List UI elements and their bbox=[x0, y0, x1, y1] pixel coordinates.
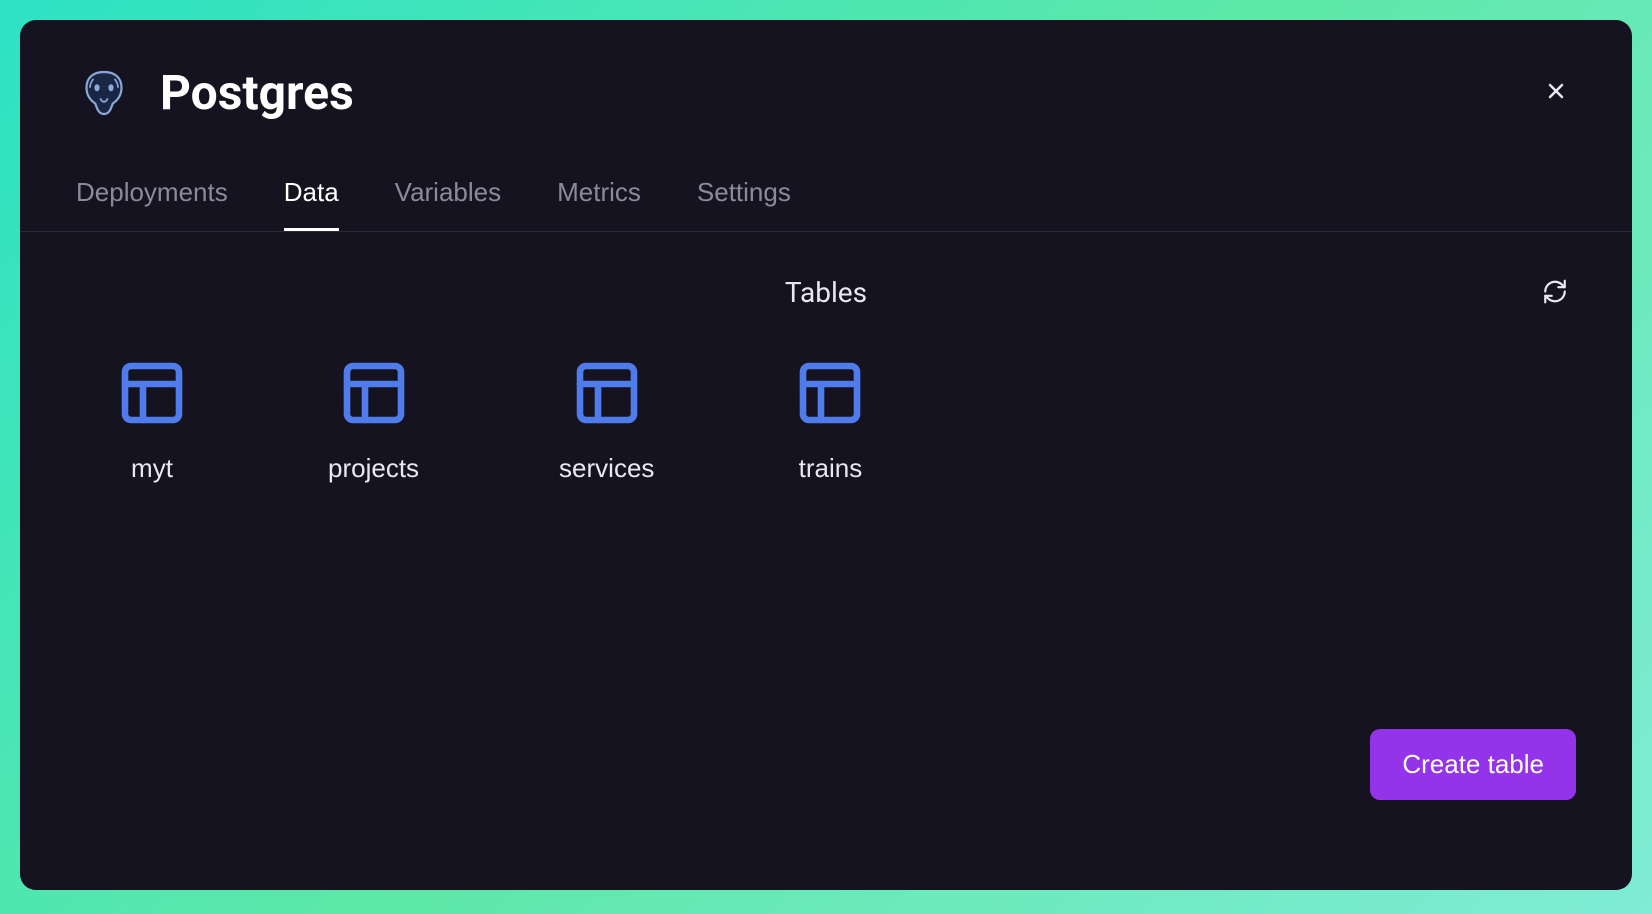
table-icon bbox=[794, 357, 866, 429]
table-icon bbox=[338, 357, 410, 429]
table-item-services[interactable]: services bbox=[559, 357, 654, 484]
table-item-myt[interactable]: myt bbox=[116, 357, 188, 484]
tab-metrics[interactable]: Metrics bbox=[557, 177, 641, 231]
table-item-trains[interactable]: trains bbox=[794, 357, 866, 484]
page-title: Postgres bbox=[160, 64, 354, 121]
header-left: Postgres bbox=[76, 64, 354, 121]
tab-settings[interactable]: Settings bbox=[697, 177, 791, 231]
modal-header: Postgres bbox=[20, 20, 1632, 121]
table-item-projects[interactable]: projects bbox=[328, 357, 419, 484]
table-name: projects bbox=[328, 453, 419, 484]
table-icon bbox=[116, 357, 188, 429]
tab-data[interactable]: Data bbox=[284, 177, 339, 231]
section-title: Tables bbox=[785, 276, 867, 309]
create-table-button[interactable]: Create table bbox=[1370, 729, 1576, 800]
tables-grid: myt projects bbox=[76, 357, 1576, 484]
tab-variables[interactable]: Variables bbox=[395, 177, 501, 231]
table-name: trains bbox=[799, 453, 863, 484]
tab-deployments[interactable]: Deployments bbox=[76, 177, 228, 231]
content-area: Tables bbox=[20, 232, 1632, 528]
close-icon bbox=[1544, 79, 1568, 106]
tabs-nav: Deployments Data Variables Metrics Setti… bbox=[20, 177, 1632, 232]
table-icon bbox=[571, 357, 643, 429]
section-header: Tables bbox=[76, 276, 1576, 309]
refresh-button[interactable] bbox=[1534, 270, 1576, 315]
close-button[interactable] bbox=[1536, 71, 1576, 114]
table-name: services bbox=[559, 453, 654, 484]
postgres-elephant-icon bbox=[76, 65, 132, 121]
postgres-modal: Postgres Deployments Data Variables Metr… bbox=[20, 20, 1632, 890]
table-name: myt bbox=[131, 453, 173, 484]
refresh-icon bbox=[1542, 292, 1568, 307]
